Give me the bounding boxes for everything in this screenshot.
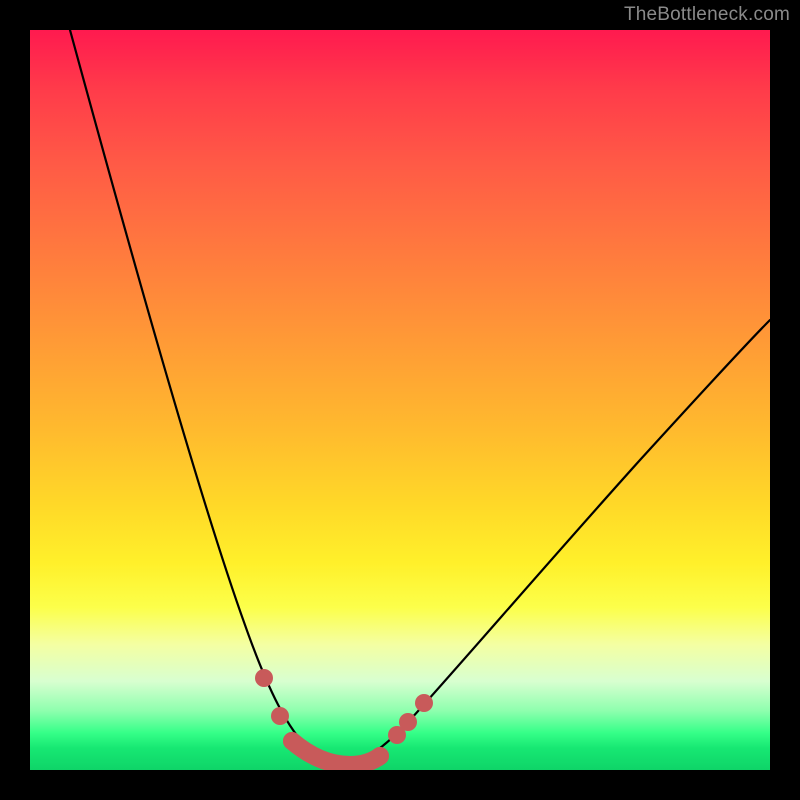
outer-frame: TheBottleneck.com: [0, 0, 800, 800]
curve-svg: [30, 30, 770, 770]
marker-dot: [283, 732, 301, 750]
marker-dot: [415, 694, 433, 712]
bottleneck-curve-left: [70, 30, 340, 765]
marker-dot: [399, 713, 417, 731]
marker-dot: [271, 707, 289, 725]
plot-area: [30, 30, 770, 770]
watermark-text: TheBottleneck.com: [624, 4, 790, 26]
valley-highlight: [292, 741, 380, 765]
marker-dot: [255, 669, 273, 687]
bottleneck-curve-right: [340, 320, 770, 765]
marker-dot: [371, 747, 389, 765]
